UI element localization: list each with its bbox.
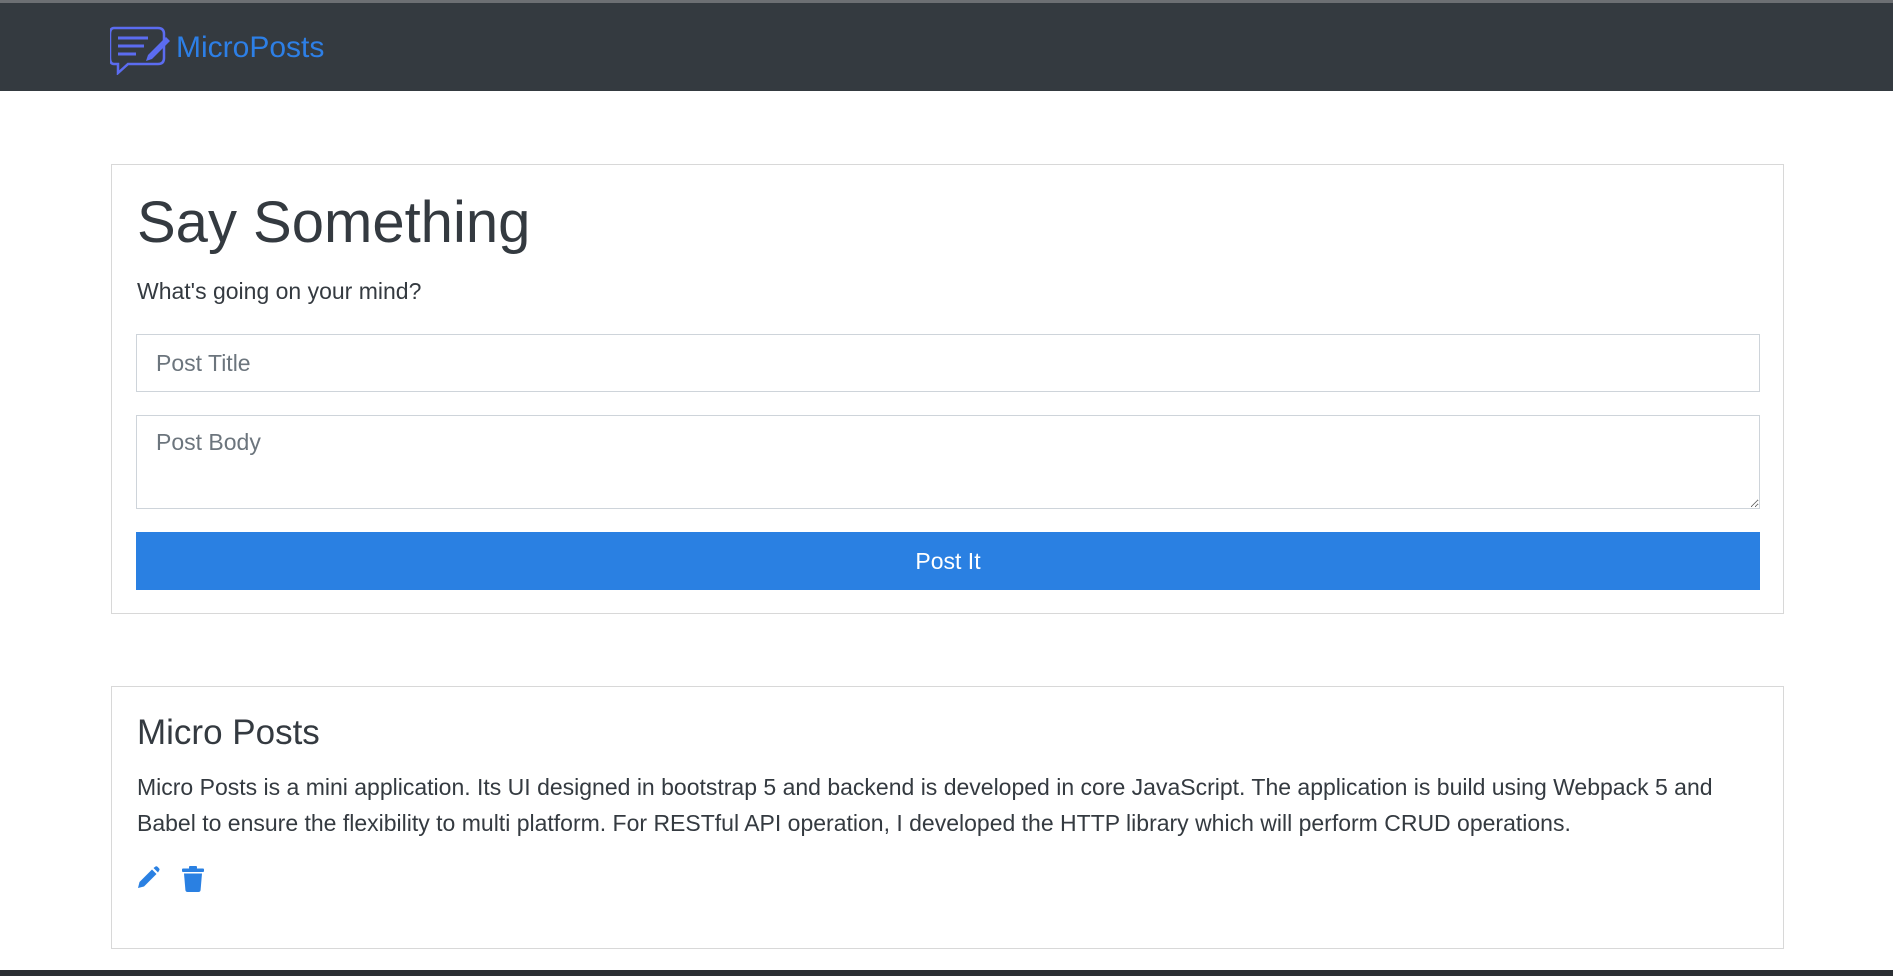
post-actions — [136, 866, 204, 892]
navbar: MicroPosts — [0, 3, 1893, 91]
brand-link[interactable]: MicroPosts — [110, 25, 324, 75]
post-body-textarea[interactable] — [136, 415, 1760, 509]
pencil-icon[interactable] — [136, 866, 160, 890]
new-post-card: Say Something What's going on your mind?… — [111, 164, 1784, 614]
post-body: Micro Posts is a mini application. Its U… — [137, 774, 1713, 836]
form-title: Say Something — [137, 190, 531, 255]
window-bottom-edge — [0, 970, 1893, 976]
trash-icon[interactable] — [182, 866, 204, 892]
brand-name: MicroPosts — [176, 31, 325, 64]
chat-pencil-icon — [110, 26, 170, 75]
post-title: Micro Posts — [137, 713, 320, 752]
form-subtitle: What's going on your mind? — [137, 278, 422, 304]
post-it-button[interactable]: Post It — [136, 532, 1760, 590]
post-title-input[interactable] — [136, 334, 1760, 392]
post-card: Micro Posts Micro Posts is a mini applic… — [111, 686, 1784, 949]
